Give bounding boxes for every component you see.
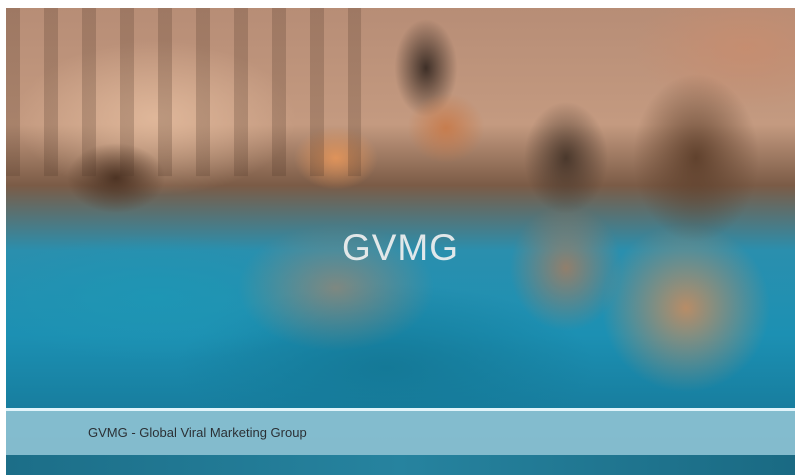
- caption-bar: GVMG - Global Viral Marketing Group: [6, 408, 795, 455]
- bottom-strip: [6, 455, 795, 475]
- hero-slide[interactable]: GVMG GVMG - Global Viral Marketing Group: [6, 8, 795, 475]
- slide-caption: GVMG - Global Viral Marketing Group: [88, 425, 307, 440]
- slide-title: GVMG: [341, 227, 460, 268]
